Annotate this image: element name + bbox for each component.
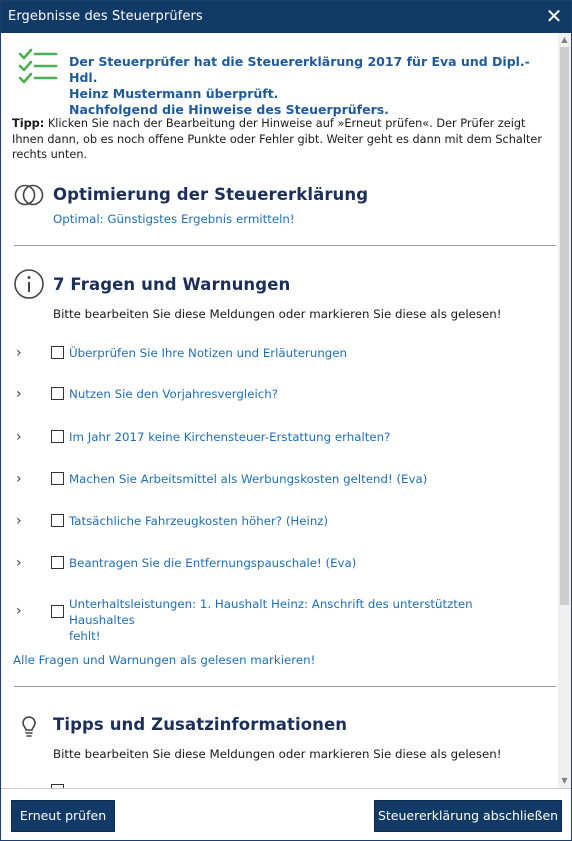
read-checkbox[interactable] <box>51 346 64 359</box>
erneut-pruefen-button[interactable]: Erneut prüfen <box>11 800 115 832</box>
warning-link[interactable]: Überprüfen Sie Ihre Notizen und Erläuter… <box>69 345 539 361</box>
tipp-label: Tipp: <box>12 117 45 130</box>
title-bar[interactable]: Ergebnisse des Steuerprüfers ✕ <box>1 1 571 33</box>
section-divider <box>14 245 556 246</box>
read-checkbox[interactable] <box>51 556 64 569</box>
warning-link[interactable]: Unterhaltsleistungen: 1. Haushalt Heinz:… <box>69 596 539 644</box>
dialog-footer: Erneut prüfen Steuererklärung abschließe… <box>1 788 571 840</box>
checklist-icon <box>18 48 58 84</box>
read-checkbox[interactable] <box>51 430 64 443</box>
read-checkbox[interactable] <box>51 472 64 485</box>
chevron-right-icon[interactable]: › <box>16 514 28 528</box>
vertical-scrollbar[interactable]: ▲ ▼ <box>558 33 571 788</box>
chevron-right-icon[interactable]: › <box>16 604 28 618</box>
warning-link-line-1: Unterhaltsleistungen: 1. Haushalt Heinz:… <box>69 597 473 627</box>
info-icon <box>14 269 44 299</box>
read-checkbox[interactable] <box>51 514 64 527</box>
mark-all-read-link[interactable]: Alle Fragen und Warnungen als gelesen ma… <box>13 653 315 667</box>
close-icon[interactable]: ✕ <box>543 5 565 27</box>
optimierung-title: Optimierung der Steuererklärung <box>53 185 369 204</box>
summary-line-1: Der Steuerprüfer hat die Steuererklärung… <box>69 54 530 85</box>
warning-link[interactable]: Beantragen Sie die Entfernungspauschale!… <box>69 555 539 571</box>
optimal-ergebnis-link[interactable]: Optimal: Günstigstes Ergebnis ermitteln! <box>53 212 295 226</box>
result-summary: Der Steuerprüfer hat die Steuererklärung… <box>69 54 539 118</box>
chevron-right-icon[interactable]: › <box>16 430 28 444</box>
warning-link[interactable]: Machen Sie Arbeitsmittel als Werbungskos… <box>69 471 539 487</box>
lightbulb-icon <box>22 716 36 737</box>
steuerpruefer-dialog: Ergebnisse des Steuerprüfers ✕ Der Steue… <box>0 0 572 841</box>
fragen-subtitle: Bitte bearbeiten Sie diese Meldungen ode… <box>53 307 502 321</box>
tipps-title: Tipps und Zusatzinformationen <box>53 715 348 734</box>
rings-icon <box>14 184 44 206</box>
warning-link[interactable]: Tatsächliche Fahrzeugkosten höher? (Hein… <box>69 513 539 529</box>
scroll-up-icon[interactable]: ▲ <box>558 33 571 47</box>
tipp-body: Klicken Sie nach der Bearbeitung der Hin… <box>12 117 542 161</box>
chevron-right-icon[interactable]: › <box>16 472 28 486</box>
chevron-right-icon[interactable]: › <box>16 556 28 570</box>
fragen-title: 7 Fragen und Warnungen <box>53 275 291 294</box>
window-title: Ergebnisse des Steuerprüfers <box>8 9 203 24</box>
warning-link[interactable]: Im Jahr 2017 keine Kirchensteuer-Erstatt… <box>69 429 539 445</box>
read-checkbox[interactable] <box>51 605 64 618</box>
summary-line-2: Heinz Mustermann überprüft. <box>69 86 279 101</box>
scrollbar-thumb[interactable] <box>560 47 569 605</box>
read-checkbox[interactable] <box>51 387 64 400</box>
results-content[interactable]: Der Steuerprüfer hat die Steuererklärung… <box>1 33 558 788</box>
chevron-right-icon[interactable]: › <box>16 387 28 401</box>
tipps-subtitle: Bitte bearbeiten Sie diese Meldungen ode… <box>53 747 502 761</box>
tipp-text: Tipp: Klicken Sie nach der Bearbeitung d… <box>12 116 552 163</box>
steuererklaerung-abschliessen-button[interactable]: Steuererklärung abschließen <box>374 800 562 832</box>
chevron-right-icon[interactable]: › <box>16 346 28 360</box>
section-divider <box>14 686 556 687</box>
warning-link-line-2: fehlt! <box>69 629 101 643</box>
warning-link[interactable]: Nutzen Sie den Vorjahresvergleich? <box>69 386 539 402</box>
scroll-down-icon[interactable]: ▼ <box>558 774 571 788</box>
